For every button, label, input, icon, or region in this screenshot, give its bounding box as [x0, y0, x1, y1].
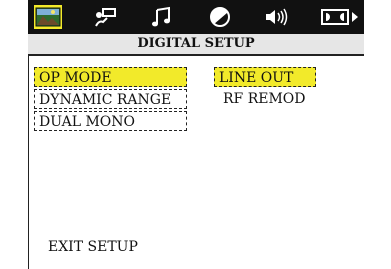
contrast-icon[interactable] [206, 5, 234, 29]
left-border-line [28, 54, 29, 269]
top-toolbar [28, 0, 364, 34]
menu-item-dynamic-range[interactable]: DYNAMIC RANGE [34, 89, 187, 109]
menu-item-dual-mono[interactable]: DUAL MONO [34, 111, 187, 131]
volume-icon[interactable] [262, 5, 290, 29]
landscape-icon[interactable] [34, 5, 62, 29]
option-rf-remod[interactable]: RF REMOD [223, 89, 306, 109]
osd-setup-frame: DIGITAL SETUP OP MODE DYNAMIC RANGE DUAL… [28, 0, 364, 269]
menu-item-op-mode[interactable]: OP MODE [34, 67, 187, 87]
music-note-icon[interactable] [148, 5, 176, 29]
page-title: DIGITAL SETUP [28, 34, 364, 56]
dolby-icon[interactable] [320, 5, 360, 29]
speaker-microphone-icon[interactable] [92, 5, 120, 29]
option-line-out[interactable]: LINE OUT [214, 67, 316, 87]
exit-setup-button[interactable]: EXIT SETUP [48, 237, 138, 257]
